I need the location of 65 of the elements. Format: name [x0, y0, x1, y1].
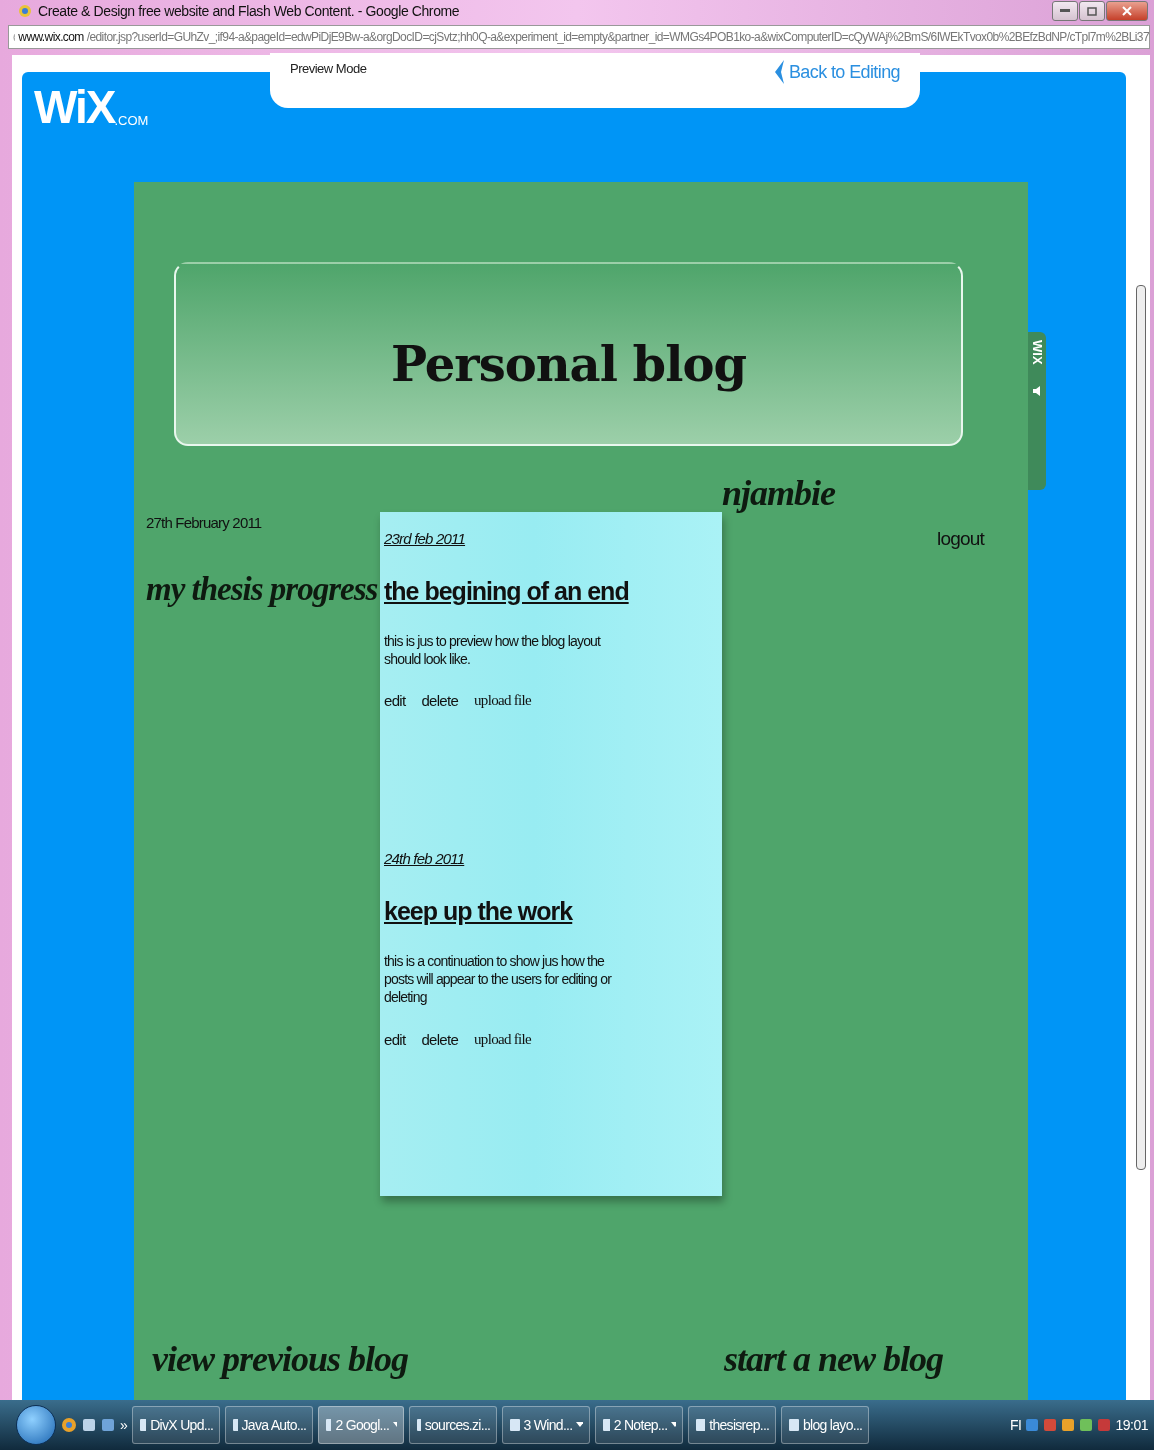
window-title: Create & Design free website and Flash Web Content. - Google Chrome [38, 3, 461, 19]
tray-icon[interactable] [1043, 1418, 1058, 1432]
maximize-icon [1087, 6, 1097, 16]
browser-icon[interactable] [61, 1417, 77, 1433]
taskbar-button[interactable]: blog layo... [781, 1406, 870, 1444]
taskbar-button[interactable]: DivX Upd... [132, 1406, 221, 1444]
browser-icon [18, 4, 32, 18]
taskbar-button[interactable]: sources.zi... [409, 1406, 498, 1444]
wix-logo: WiX [34, 84, 115, 130]
app-icon [695, 1418, 706, 1432]
blog-date: 27th February 2011 [146, 514, 263, 531]
bluetooth-icon[interactable] [1025, 1418, 1040, 1432]
taskbar-button[interactable]: Java Auto... [225, 1406, 314, 1444]
post-title: keep up the work [384, 897, 574, 926]
maximize-button[interactable] [1079, 1, 1105, 21]
app-icon [232, 1418, 238, 1432]
minimize-button[interactable] [1052, 1, 1078, 21]
post-date: 23rd feb 2011 [384, 530, 467, 547]
taskbar-button[interactable]: 2 Googl... [318, 1406, 405, 1444]
post-text: this is jus to preview how the blog layout should look like. [384, 632, 602, 669]
address-bar[interactable]: www.wix.com /editor.jsp?userId=GUhZv_;if94-a&pageId=edwPiDjE9Bw-a&orgDocID=cjSvtz;hh0Q-a&experiment_id=empty&partner_id=WMGs4POB1ko-a&wixComputerID=cQyWAj%2BmS/6IWEkTvox0b%2BEfzBdNP/cTpl7m%2BLi37 [8, 25, 1150, 49]
tray-icon[interactable] [1061, 1418, 1076, 1432]
post-text: this is a continuation to show jus how the posts will appear to the users for editing or deleting [384, 952, 613, 1007]
taskbar-button[interactable]: thesisrep... [688, 1406, 777, 1444]
overflow-chevron[interactable]: » [120, 1417, 128, 1433]
url-domain: www.wix.com [18, 30, 84, 44]
app-icon [416, 1418, 421, 1432]
post-title: the begining of an end [384, 577, 630, 606]
app-icon [509, 1418, 520, 1432]
app-icon [788, 1418, 799, 1432]
speaker-icon[interactable] [1031, 384, 1043, 397]
taskbar-button[interactable]: 3 Wind... [502, 1406, 591, 1444]
minimize-icon [1060, 9, 1070, 13]
back-arrow-icon [772, 59, 785, 85]
network-icon[interactable] [1079, 1418, 1094, 1432]
post-action-link[interactable]: upload file [474, 1030, 531, 1048]
blog-header: Personal blog [391, 336, 746, 392]
post-action-link[interactable]: edit [384, 692, 406, 710]
logout-link[interactable]: logout [937, 528, 984, 550]
clock[interactable]: 19:01 [1115, 1417, 1148, 1433]
previous-blog-link[interactable]: view previous blog [152, 1338, 408, 1380]
post-action-link[interactable]: delete [421, 1030, 459, 1048]
explorer-icon[interactable] [82, 1418, 96, 1432]
post-action-link[interactable]: delete [421, 692, 459, 710]
close-button[interactable] [1106, 1, 1148, 21]
start-button[interactable] [16, 1405, 56, 1445]
close-icon [1122, 6, 1132, 16]
taskbar-button[interactable]: 2 Notep... [595, 1406, 684, 1444]
preview-mode-label: Preview Mode [290, 61, 367, 76]
language-indicator[interactable]: FI [1010, 1417, 1022, 1433]
blog-title: my thesis progress [146, 571, 378, 608]
user-name: njambie [722, 472, 835, 514]
app-icon [139, 1418, 147, 1432]
app-icon [325, 1418, 332, 1432]
app-icon [602, 1418, 610, 1432]
scrollbar[interactable] [1136, 285, 1146, 1170]
side-wix-logo: WIX [1029, 340, 1045, 365]
desktop-icon[interactable] [101, 1418, 115, 1432]
url-path: /editor.jsp?userId=GUhZv_;if94-a&pageId=edwPiDjE9Bw-a&orgDocID=cjSvtz;hh0Q-a&experiment_id=empty&partner_id=WMGs4POB1ko-a&wixComputerID=cQyWAj%2BmS/6IWEkTvox0b%2BEfzBdNP/cTpl7m%2BLi37 [86, 30, 1149, 44]
post-date: 24th feb 2011 [384, 850, 466, 867]
wix-side-tab[interactable]: WIX [1028, 332, 1046, 490]
wix-logo-suffix: .COM [114, 113, 149, 128]
new-blog-link[interactable]: start a new blog [723, 1338, 943, 1380]
post-action-link[interactable]: upload file [474, 692, 531, 710]
post-action-link[interactable]: edit [384, 1030, 406, 1048]
